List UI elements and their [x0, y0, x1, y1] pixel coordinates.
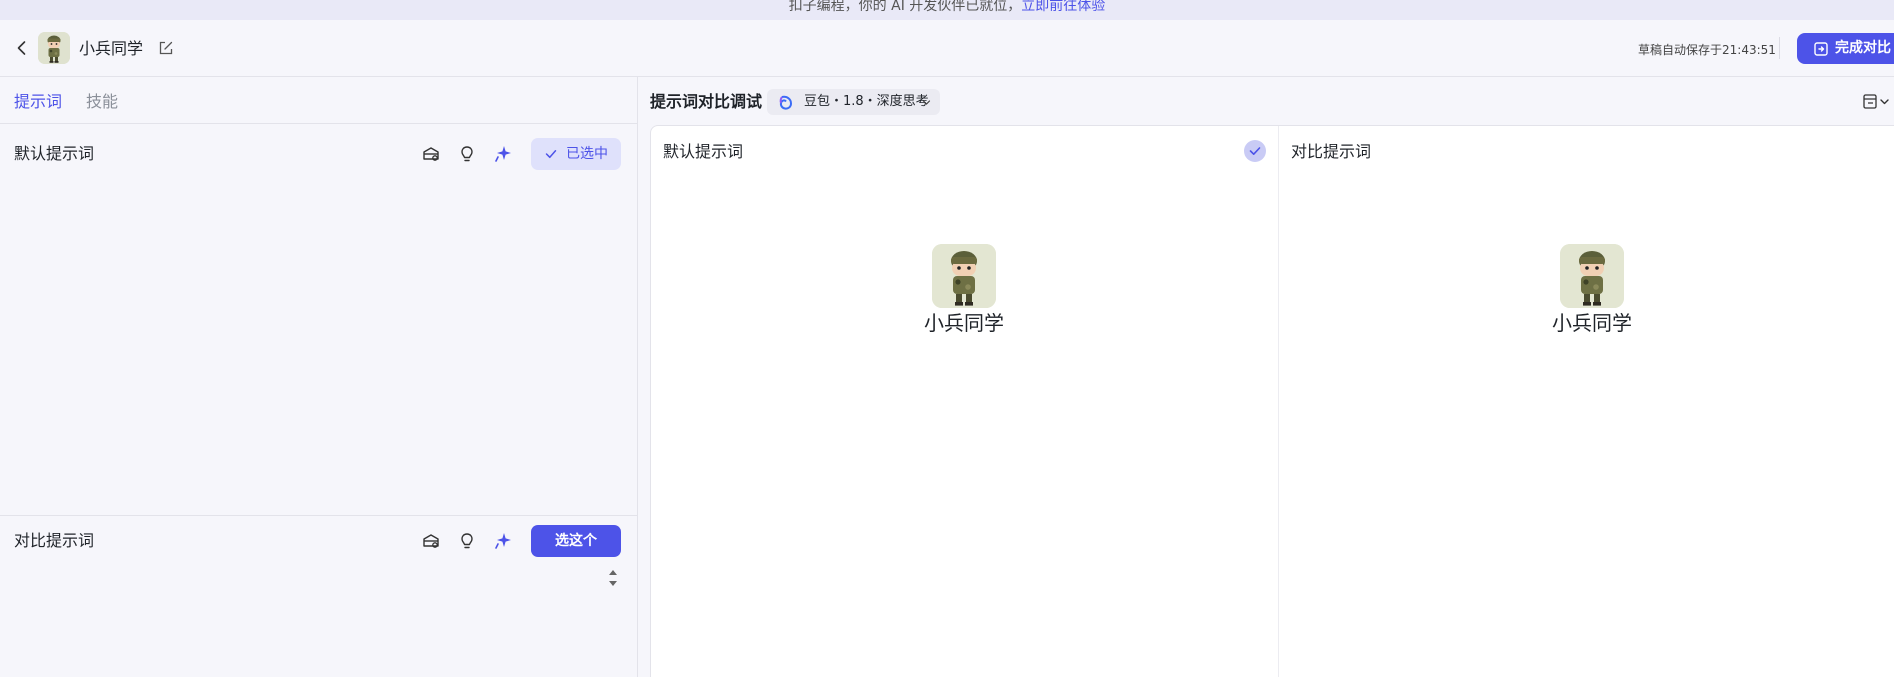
doubao-logo-icon: [779, 95, 793, 110]
model-selector[interactable]: 豆包・1.8・深度思考: [767, 89, 940, 115]
section-divider: [0, 515, 637, 516]
exit-icon: [1814, 42, 1828, 56]
bot-avatar: [1560, 244, 1624, 308]
column-divider: [1278, 126, 1279, 677]
banner-link[interactable]: 立即前往体验: [1021, 0, 1105, 14]
idea-bulb-icon[interactable]: [456, 530, 478, 552]
selected-button[interactable]: 已选中: [531, 138, 621, 170]
finish-compare-button[interactable]: 完成对比: [1797, 33, 1894, 64]
choose-this-button[interactable]: 选这个: [531, 525, 621, 557]
tab-prompt[interactable]: 提示词: [14, 92, 62, 112]
header-divider: [1779, 37, 1780, 59]
left-tabs: 提示词 技能: [0, 77, 637, 124]
default-bot-card: 小兵同学: [904, 244, 1024, 336]
bot-name: 小兵同学: [79, 39, 144, 58]
header: 小兵同学 草稿自动保存于21:43:51 完成对比: [0, 20, 1894, 77]
default-prompt-editor[interactable]: [14, 182, 624, 502]
default-prompt-title: 默认提示词: [14, 144, 95, 163]
chevron-down-icon: [922, 100, 931, 105]
bot-name: 小兵同学: [1552, 311, 1632, 335]
compare-column-title: 对比提示词: [1291, 142, 1372, 161]
bot-avatar[interactable]: [38, 32, 70, 64]
compare-prompt-editor[interactable]: [14, 569, 594, 669]
soldier-avatar-image: [932, 244, 996, 308]
model-name: 豆包・1.8・深度思考: [804, 94, 929, 109]
auto-optimize-sparkle-icon[interactable]: [492, 530, 514, 552]
finish-compare-label: 完成对比: [1835, 40, 1891, 56]
edit-icon[interactable]: [157, 39, 175, 57]
layout-settings-icon[interactable]: [1862, 91, 1894, 113]
compare-prompt-title: 对比提示词: [14, 531, 95, 550]
banner-text: 扣子编程，你的 AI 开发伙伴已就位，: [788, 0, 1022, 14]
idea-bulb-icon[interactable]: [456, 143, 478, 165]
bot-avatar: [932, 244, 996, 308]
check-icon: [545, 150, 557, 159]
auto-optimize-sparkle-icon[interactable]: [492, 143, 514, 165]
default-column-title: 默认提示词: [663, 142, 744, 161]
tab-skills[interactable]: 技能: [86, 92, 118, 112]
scroll-arrows-icon[interactable]: [606, 566, 620, 590]
compare-bot-card: 小兵同学: [1532, 244, 1652, 336]
prompt-editor-panel: 提示词 技能 默认提示词 已选中 对比提示词 选这个: [0, 77, 638, 677]
check-icon: [1249, 147, 1261, 155]
soldier-avatar-image: [38, 32, 70, 64]
autosave-status: 草稿自动保存于21:43:51: [1638, 43, 1776, 57]
selected-check-badge: [1244, 140, 1266, 162]
chevron-left-icon[interactable]: [12, 38, 32, 58]
template-library-icon[interactable]: [420, 143, 442, 165]
selected-label: 已选中: [566, 146, 608, 162]
template-library-icon[interactable]: [420, 530, 442, 552]
compare-debug-title: 提示词对比调试: [650, 92, 763, 111]
announcement-banner: 扣子编程，你的 AI 开发伙伴已就位，立即前往体验: [0, 0, 1894, 20]
compare-area: 默认提示词 小兵同学 对比提示词 小兵同学: [650, 125, 1894, 677]
bot-name: 小兵同学: [924, 311, 1004, 335]
soldier-avatar-image: [1560, 244, 1624, 308]
